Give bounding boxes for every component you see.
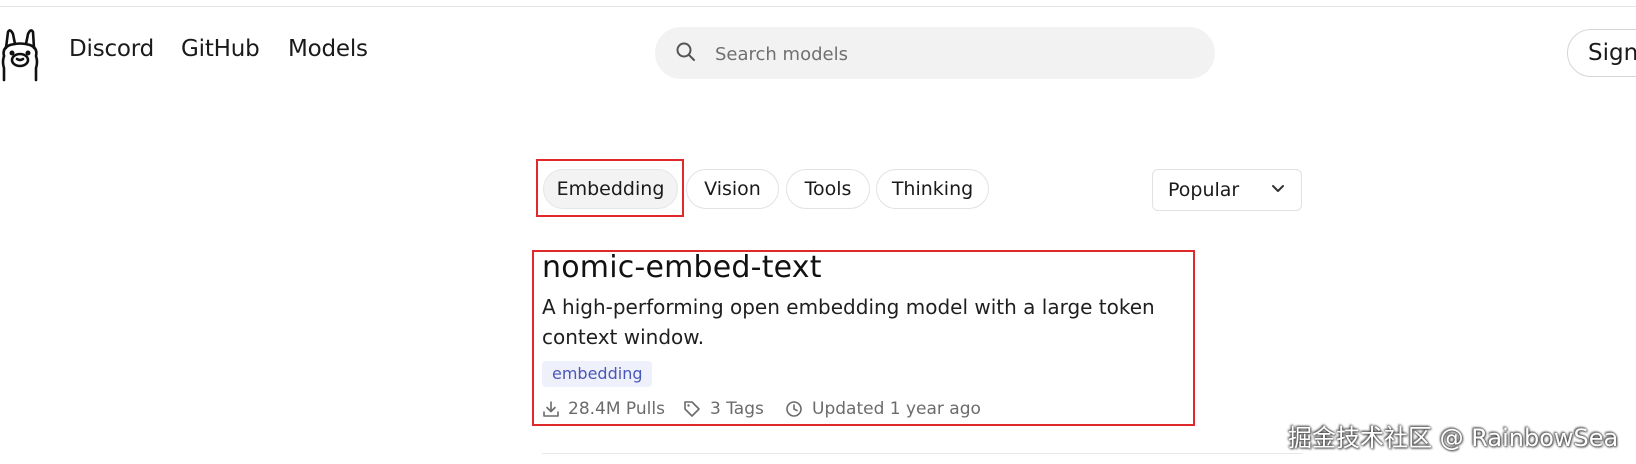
sort-selected-label: Popular bbox=[1168, 179, 1240, 201]
sort-select[interactable]: Popular bbox=[1152, 169, 1302, 211]
model-title-link[interactable]: nomic-embed-text bbox=[542, 250, 822, 285]
filter-chip-embedding[interactable]: Embedding bbox=[543, 169, 678, 209]
model-description: A high-performing open embedding model w… bbox=[542, 295, 1155, 349]
list-divider bbox=[542, 453, 1302, 454]
top-divider bbox=[0, 6, 1636, 7]
sign-in-button[interactable]: Sign bbox=[1567, 29, 1636, 77]
tag-icon bbox=[684, 401, 700, 417]
chevron-down-icon bbox=[1272, 185, 1284, 192]
tags-count: 3 Tags bbox=[710, 399, 764, 419]
updated-text: Updated 1 year ago bbox=[812, 399, 981, 419]
download-icon bbox=[543, 401, 559, 417]
nav-models-link[interactable]: Models bbox=[288, 36, 368, 62]
nav-github-link[interactable]: GitHub bbox=[181, 36, 260, 62]
llama-logo-icon[interactable] bbox=[0, 26, 40, 82]
filter-chip-vision[interactable]: Vision bbox=[686, 169, 779, 209]
search-input[interactable] bbox=[713, 37, 1197, 71]
model-tag-embedding[interactable]: embedding bbox=[542, 361, 653, 387]
filter-chip-tools[interactable]: Tools bbox=[786, 169, 870, 209]
search-bar[interactable] bbox=[655, 27, 1215, 79]
watermark-text: 掘金技术社区 @ RainbowSea bbox=[1288, 424, 1619, 452]
nav-discord-link[interactable]: Discord bbox=[69, 36, 154, 62]
search-icon bbox=[676, 42, 695, 61]
clock-icon bbox=[786, 401, 802, 417]
filter-chip-thinking[interactable]: Thinking bbox=[876, 169, 989, 209]
pulls-count: 28.4M Pulls bbox=[568, 399, 665, 419]
